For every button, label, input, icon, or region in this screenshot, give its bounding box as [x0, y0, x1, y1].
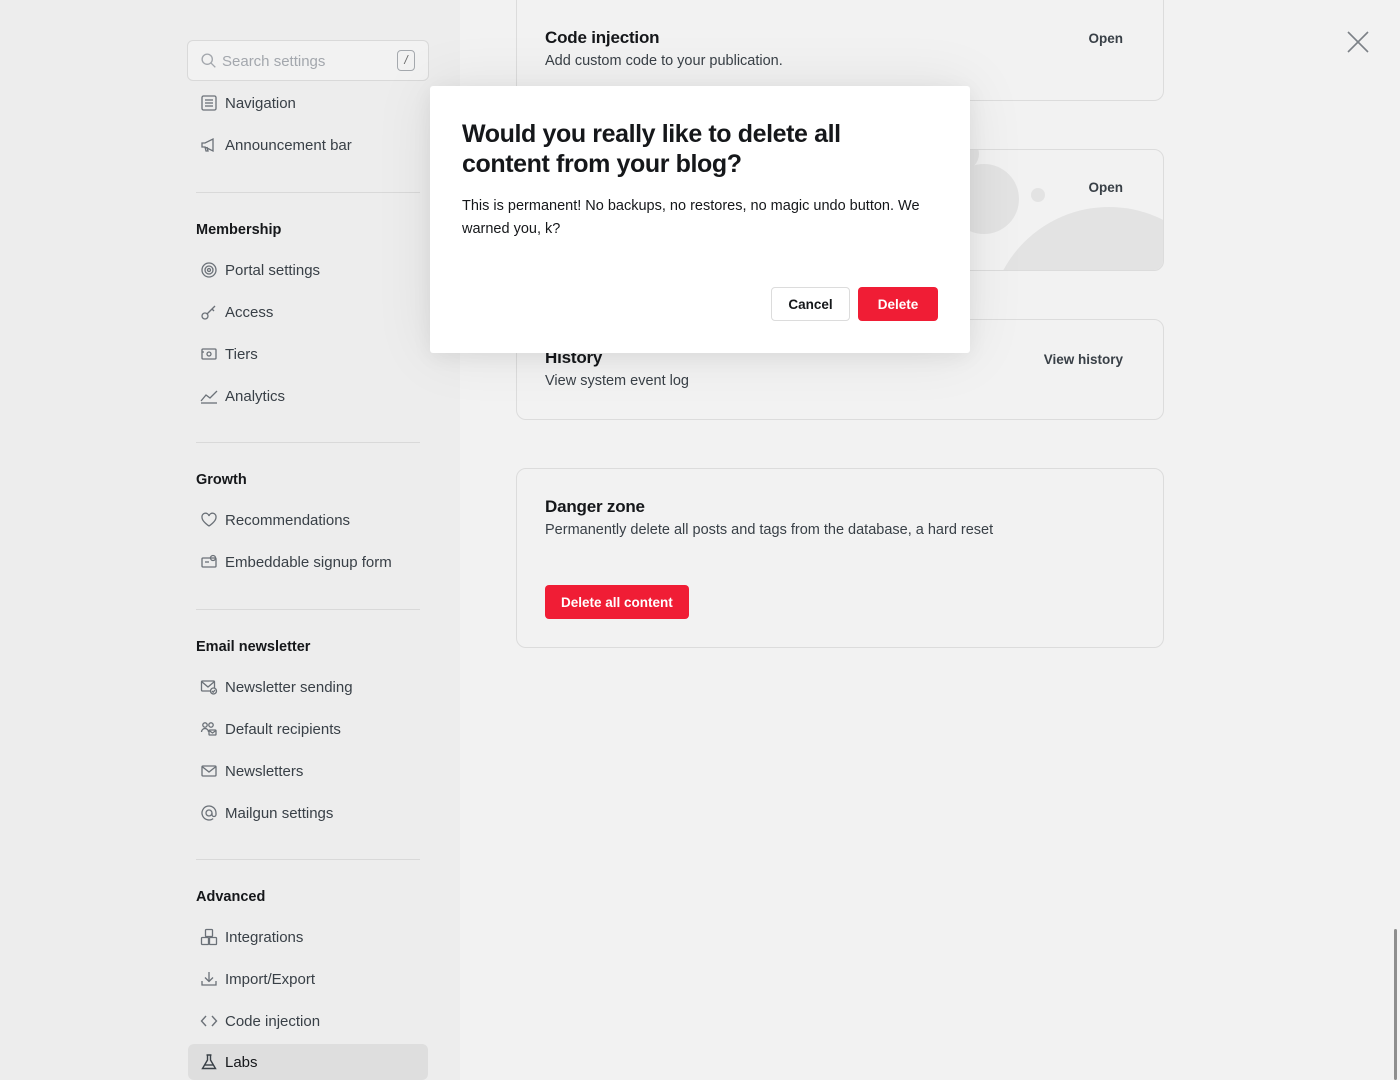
card-description: View system event log	[545, 373, 689, 389]
sidebar-item-label: Import/Export	[225, 970, 316, 988]
code-icon	[199, 1011, 219, 1031]
sidebar-item-label: Tiers	[225, 345, 258, 363]
scrollbar-thumb[interactable]	[1394, 929, 1397, 1080]
sidebar-item-announcement-bar[interactable]: Announcement bar	[188, 127, 428, 163]
sidebar-item-label: Announcement bar	[225, 136, 352, 154]
open-button[interactable]: Open	[1088, 180, 1123, 195]
sidebar-item-label: Newsletters	[225, 762, 304, 780]
portal-icon	[199, 260, 219, 280]
sidebar-item-embeddable-signup-form[interactable]: Embeddable signup form	[188, 544, 428, 580]
section-title-advanced: Advanced	[196, 889, 266, 905]
search-box[interactable]: Search settings /	[187, 40, 429, 81]
section-title-membership: Membership	[196, 222, 282, 238]
sidebar-item-label: Recommendations	[225, 511, 351, 529]
sidebar-item-label: Embeddable signup form	[225, 553, 392, 571]
close-icon[interactable]	[1346, 30, 1370, 54]
sidebar-item-label: Access	[225, 303, 274, 321]
sidebar-item-label: Navigation	[225, 94, 296, 112]
search-shortcut-key: /	[397, 50, 415, 71]
decoration-circle	[989, 207, 1163, 270]
sidebar-item-label: Integrations	[225, 928, 304, 946]
sidebar-item-tiers[interactable]: Tiers	[188, 336, 428, 372]
sidebar-item-integrations[interactable]: Integrations	[188, 919, 428, 955]
search-input[interactable]: Search settings	[222, 53, 325, 70]
decoration-circle	[1031, 188, 1045, 202]
sidebar-item-import-export[interactable]: Import/Export	[188, 961, 428, 997]
megaphone-icon	[199, 135, 219, 155]
section-title-growth: Growth	[196, 472, 247, 488]
sidebar-item-portal-settings[interactable]: Portal settings	[188, 252, 428, 288]
sidebar-divider	[196, 859, 420, 860]
navigation-icon	[199, 93, 219, 113]
delete-button[interactable]: Delete	[858, 287, 938, 321]
sidebar-divider	[196, 192, 420, 193]
sidebar-divider	[196, 609, 420, 610]
card-description: Permanently delete all posts and tags fr…	[545, 522, 994, 538]
sidebar-item-mailgun-settings[interactable]: Mailgun settings	[188, 795, 428, 831]
sidebar-item-label: Newsletter sending	[225, 678, 353, 696]
heart-icon	[199, 510, 219, 530]
sidebar-divider	[196, 442, 420, 443]
search-icon	[201, 53, 216, 68]
sidebar-item-analytics[interactable]: Analytics	[188, 378, 428, 414]
envelope-icon	[199, 761, 219, 781]
recipients-icon	[199, 719, 219, 739]
key-icon	[199, 302, 219, 322]
at-icon	[199, 803, 219, 823]
sidebar-item-default-recipients[interactable]: Default recipients	[188, 711, 428, 747]
delete-confirmation-modal: Would you really like to delete all cont…	[430, 86, 970, 353]
sidebar-item-access[interactable]: Access	[188, 294, 428, 330]
flask-icon	[199, 1052, 219, 1072]
sidebar-item-label: Mailgun settings	[225, 804, 334, 822]
section-title-email-newsletter: Email newsletter	[196, 639, 311, 655]
sidebar-item-code-injection[interactable]: Code injection	[188, 1003, 428, 1039]
sidebar-item-label: Portal settings	[225, 261, 321, 279]
sidebar-item-label: Default recipients	[225, 720, 341, 738]
modal-body: This is permanent! No backups, no restor…	[462, 198, 920, 237]
sidebar-item-label: Code injection	[225, 1012, 321, 1030]
integrations-icon	[199, 927, 219, 947]
sidebar-item-recommendations[interactable]: Recommendations	[188, 502, 428, 538]
card-title: Code injection	[545, 28, 660, 47]
analytics-icon	[199, 386, 219, 406]
sidebar-item-labs[interactable]: Labs	[188, 1044, 428, 1080]
mail-check-icon	[199, 677, 219, 697]
sidebar-item-label: Labs	[225, 1053, 258, 1071]
sidebar-item-newsletters[interactable]: Newsletters	[188, 753, 428, 789]
download-icon	[199, 969, 219, 989]
card-title: Danger zone	[545, 497, 645, 516]
view-history-button[interactable]: View history	[1044, 352, 1123, 367]
sidebar-item-navigation[interactable]: Navigation	[188, 85, 428, 121]
danger-zone-card: Danger zone Permanently delete all posts…	[516, 468, 1164, 648]
sidebar-item-newsletter-sending[interactable]: Newsletter sending	[188, 669, 428, 705]
cancel-button[interactable]: Cancel	[771, 287, 850, 321]
signup-form-icon	[199, 552, 219, 572]
modal-title: Would you really like to delete all cont…	[462, 120, 841, 178]
open-code-injection-button[interactable]: Open	[1088, 31, 1123, 46]
settings-sidebar: Search settings / Navigation Announcemen…	[0, 0, 460, 1080]
card-description: Add custom code to your publication.	[545, 53, 783, 69]
sidebar-item-label: Analytics	[225, 387, 286, 405]
tiers-icon	[199, 344, 219, 364]
delete-all-content-button[interactable]: Delete all content	[545, 585, 689, 619]
